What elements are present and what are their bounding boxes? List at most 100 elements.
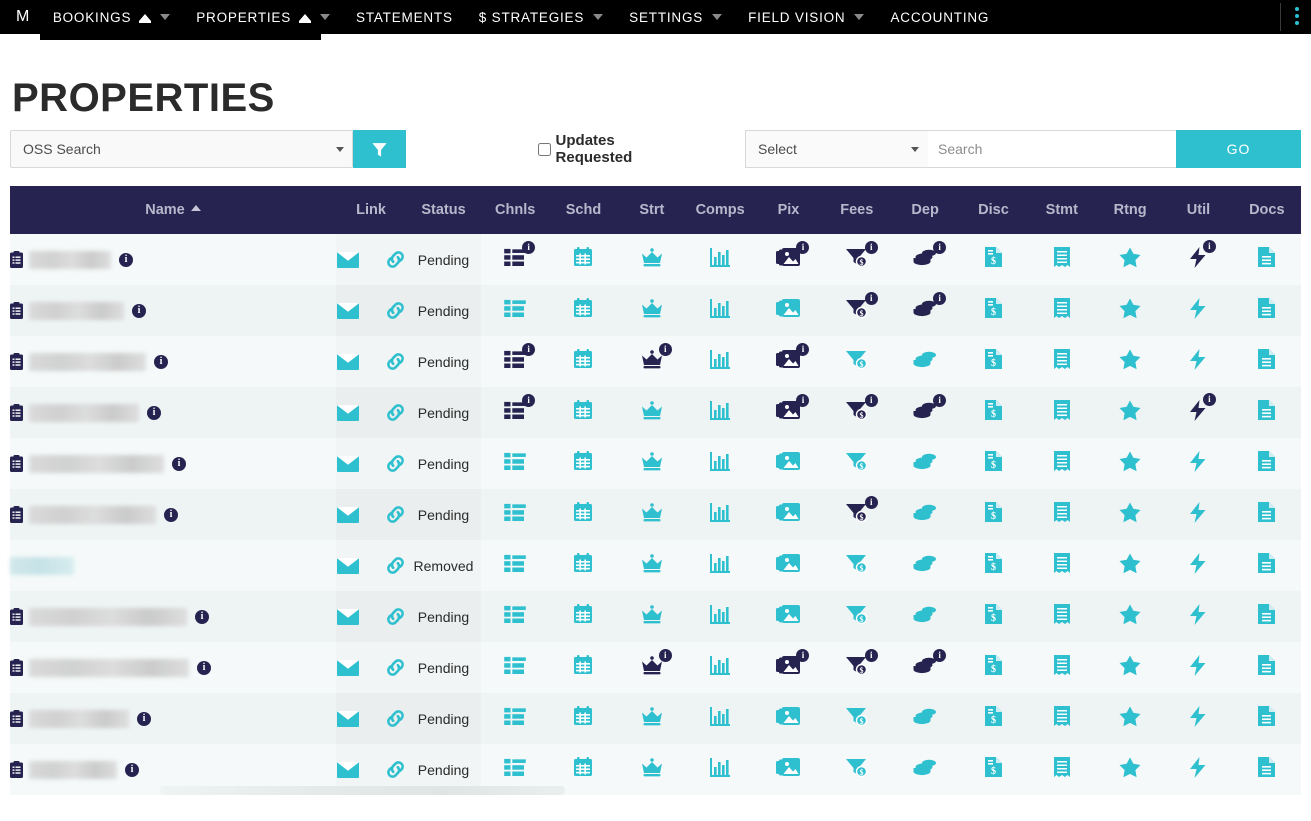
cell-dep[interactable] (890, 540, 960, 591)
cell-rtng[interactable] (1095, 693, 1165, 744)
cell-util[interactable] (1164, 744, 1233, 795)
receipt-icon[interactable] (1053, 706, 1070, 726)
cell-strt[interactable]: i (617, 642, 686, 693)
link-chain-icon[interactable] (385, 453, 406, 474)
cell-strt[interactable] (617, 591, 686, 642)
cell-chnls[interactable] (481, 693, 550, 744)
cell-dep[interactable] (890, 489, 960, 540)
cell-dep[interactable] (890, 744, 960, 795)
cell-util[interactable] (1164, 693, 1233, 744)
star-icon[interactable] (1119, 604, 1141, 625)
crown-icon[interactable] (641, 400, 663, 420)
cell-disc[interactable]: $ (959, 591, 1028, 642)
cell-pix[interactable] (754, 693, 823, 744)
cell-dep[interactable]: i (890, 285, 960, 336)
clipboard-icon[interactable] (10, 506, 23, 523)
cell-schd[interactable] (549, 693, 618, 744)
envelope-icon[interactable] (336, 302, 359, 319)
clipboard-icon[interactable] (10, 761, 23, 778)
calendar-icon[interactable] (573, 247, 593, 267)
cell-name[interactable]: i (10, 489, 336, 540)
crown-icon[interactable]: i (641, 342, 672, 369)
coins-icon[interactable] (913, 707, 937, 725)
photos-icon[interactable] (776, 451, 801, 471)
cell-chnls[interactable]: i (481, 234, 550, 285)
lightning-bolt-icon[interactable] (1189, 756, 1207, 778)
cell-pix[interactable]: i (754, 336, 823, 387)
column-header-pix[interactable]: Pix (754, 186, 823, 234)
table-row[interactable]: i Pending i i i $ $ (10, 336, 1301, 387)
cell-pix[interactable] (754, 591, 823, 642)
envelope-icon[interactable] (336, 251, 359, 268)
cell-chnls[interactable] (481, 591, 550, 642)
star-icon[interactable] (1119, 757, 1141, 778)
link-chain-icon[interactable] (385, 402, 406, 423)
cell-stmt[interactable] (1027, 591, 1096, 642)
table-row[interactable]: i Pending i i $ i i $ i (10, 234, 1301, 285)
photos-icon[interactable] (776, 298, 801, 318)
link-chain-icon[interactable] (385, 351, 406, 372)
vertical-dots-icon[interactable] (1295, 7, 1299, 25)
info-badge-icon[interactable]: i (1202, 392, 1216, 406)
bar-chart-icon[interactable] (710, 553, 731, 573)
cell-docs[interactable] (1232, 744, 1301, 795)
bar-chart-icon[interactable] (710, 757, 731, 777)
clipboard-icon[interactable] (10, 404, 23, 421)
envelope-icon[interactable] (336, 557, 359, 574)
info-badge-icon[interactable]: i (933, 292, 947, 305)
cell-disc[interactable]: $ (959, 438, 1028, 489)
crown-icon[interactable]: i (641, 648, 672, 675)
dollar-document-icon[interactable]: $ (984, 604, 1002, 624)
cell-chnls[interactable] (481, 438, 550, 489)
coins-icon[interactable]: i (913, 649, 947, 674)
coins-icon[interactable] (913, 452, 937, 470)
cell-dep[interactable]: i (890, 642, 960, 693)
crown-icon[interactable] (641, 757, 663, 777)
info-badge-icon[interactable]: i (172, 456, 186, 471)
column-header-fees[interactable]: Fees (822, 186, 891, 234)
nav-item-strategies[interactable]: $ STRATEGIES (466, 0, 616, 34)
info-badge-icon[interactable]: i (125, 762, 139, 777)
cell-schd[interactable] (549, 285, 618, 336)
channels-list-icon[interactable]: i (504, 241, 536, 266)
updates-requested-checkbox-group[interactable]: Updates Requested (537, 132, 652, 166)
dollar-document-icon[interactable]: $ (984, 655, 1002, 675)
channels-list-icon[interactable] (504, 758, 526, 776)
document-icon[interactable] (1258, 502, 1276, 522)
cell-comps[interactable] (685, 540, 755, 591)
cell-docs[interactable] (1232, 693, 1301, 744)
cell-link[interactable] (336, 234, 406, 285)
link-chain-icon[interactable] (385, 249, 406, 270)
coins-icon[interactable] (913, 758, 937, 776)
receipt-icon[interactable] (1053, 451, 1070, 471)
cell-dep[interactable] (890, 336, 960, 387)
document-icon[interactable] (1258, 298, 1276, 318)
photos-icon[interactable]: i (776, 648, 810, 675)
channels-list-icon[interactable] (504, 656, 526, 674)
bar-chart-icon[interactable] (710, 400, 731, 420)
info-badge-icon[interactable]: i (132, 303, 146, 318)
receipt-icon[interactable] (1053, 604, 1070, 624)
cell-pix[interactable]: i (754, 642, 823, 693)
cell-link[interactable] (336, 591, 406, 642)
cell-pix[interactable] (754, 438, 823, 489)
envelope-icon[interactable] (336, 710, 359, 727)
cell-rtng[interactable] (1095, 234, 1165, 285)
cell-chnls[interactable] (481, 489, 550, 540)
search-type-select[interactable]: Select (745, 130, 928, 168)
cell-schd[interactable] (549, 642, 618, 693)
cell-disc[interactable]: $ (959, 693, 1028, 744)
photos-icon[interactable] (776, 553, 801, 573)
cell-disc[interactable]: $ (959, 744, 1028, 795)
document-icon[interactable] (1258, 553, 1276, 573)
photos-icon[interactable]: i (776, 342, 810, 369)
star-icon[interactable] (1119, 298, 1141, 319)
cell-docs[interactable] (1232, 285, 1301, 336)
nav-item-accounting[interactable]: ACCOUNTING (877, 0, 1002, 34)
cell-comps[interactable] (685, 387, 755, 438)
link-chain-icon[interactable] (385, 555, 406, 576)
photos-icon[interactable]: i (776, 240, 810, 267)
cell-stmt[interactable] (1027, 336, 1096, 387)
funnel-dollar-icon[interactable]: $ i (845, 495, 878, 522)
cell-stmt[interactable] (1027, 285, 1096, 336)
